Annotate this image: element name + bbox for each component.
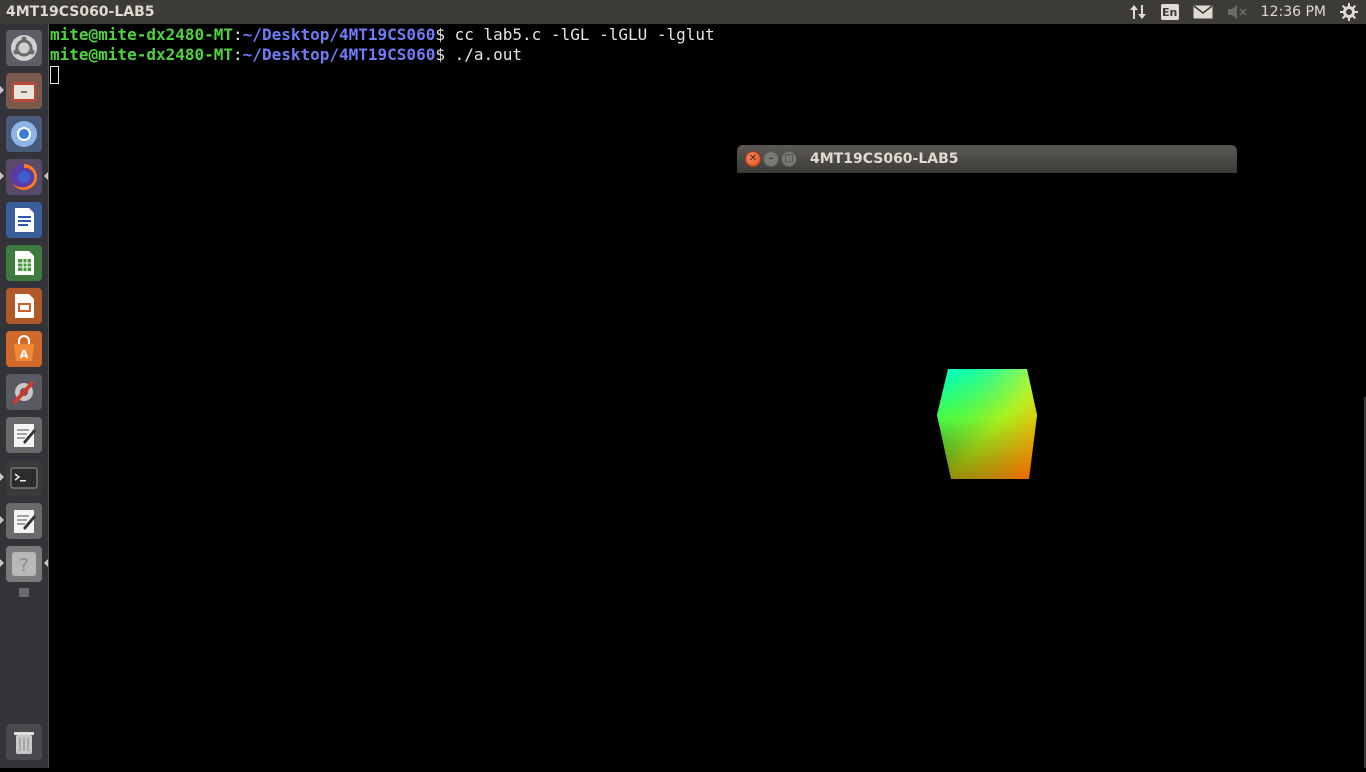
svg-text:A: A: [20, 348, 29, 361]
prompt-user: mite@mite-dx2480-MT: [50, 25, 234, 44]
clock[interactable]: 12:36 PM: [1261, 0, 1326, 24]
settings-tools-icon[interactable]: [6, 374, 42, 410]
prompt-path: ~/Desktop/4MT19CS060: [242, 45, 436, 64]
focus-indicator: [44, 559, 48, 567]
keyboard-language-icon[interactable]: En: [1160, 0, 1179, 24]
prompt-separator: :: [233, 45, 243, 64]
rgb-color-cube: [937, 369, 1037, 479]
minimize-button[interactable]: –: [763, 151, 779, 167]
workspace-switcher-icon[interactable]: [19, 588, 29, 597]
running-indicator: [0, 516, 4, 524]
prompt-user: mite@mite-dx2480-MT: [50, 45, 234, 64]
cube-face: [937, 369, 1037, 479]
network-icon[interactable]: [1129, 0, 1147, 24]
text-editor-icon[interactable]: [6, 503, 42, 539]
svg-text:?: ?: [19, 555, 29, 576]
firefox-icon[interactable]: [6, 159, 42, 195]
prompt-symbol: $: [435, 45, 455, 64]
calc-icon[interactable]: [6, 245, 42, 281]
running-indicator: [0, 473, 4, 481]
running-indicator: [0, 86, 4, 94]
window-titlebar[interactable]: ✕ – □ 4MT19CS060-LAB5: [737, 145, 1237, 173]
text-editor-icon[interactable]: [6, 417, 42, 453]
impress-icon[interactable]: [6, 288, 42, 324]
language-indicator: En: [1160, 4, 1179, 20]
mail-icon[interactable]: [1193, 0, 1213, 24]
software-center-icon[interactable]: A: [6, 331, 42, 367]
trash-icon[interactable]: [6, 724, 42, 760]
indicator-area: En 12:36 PM: [1129, 0, 1366, 24]
writer-icon[interactable]: [6, 202, 42, 238]
terminal-line: mite@mite-dx2480-MT:~/Desktop/4MT19CS060…: [50, 45, 522, 65]
command-text: ./a.out: [454, 45, 523, 64]
terminal-line: mite@mite-dx2480-MT:~/Desktop/4MT19CS060…: [50, 25, 715, 45]
ubuntu-logo-icon[interactable]: [6, 30, 42, 66]
prompt-path: ~/Desktop/4MT19CS060: [242, 25, 436, 44]
command-text: cc lab5.c -lGL -lGLU -lglut: [454, 25, 715, 44]
file-manager-icon[interactable]: [6, 73, 42, 109]
focus-indicator: [44, 172, 48, 180]
prompt-separator: :: [233, 25, 243, 44]
opengl-window[interactable]: ✕ – □ 4MT19CS060-LAB5: [737, 145, 1237, 768]
chromium-icon[interactable]: [6, 116, 42, 152]
volume-muted-icon[interactable]: [1227, 0, 1247, 24]
top-panel: 4MT19CS060-LAB5 En 12:36 PM: [0, 0, 1366, 24]
terminal-cursor: [50, 66, 59, 84]
running-indicator: [0, 559, 4, 567]
launcher: A ?: [0, 24, 49, 768]
prompt-symbol: $: [435, 25, 455, 44]
window-title: 4MT19CS060-LAB5: [810, 151, 959, 167]
gl-canvas[interactable]: [737, 173, 1237, 768]
terminal-icon[interactable]: [6, 460, 42, 496]
system-gear-icon[interactable]: [1340, 0, 1358, 24]
maximize-button[interactable]: □: [781, 151, 797, 167]
help-icon[interactable]: ?: [6, 546, 42, 582]
running-indicator: [0, 172, 4, 180]
active-window-title: 4MT19CS060-LAB5: [6, 4, 155, 20]
close-button[interactable]: ✕: [745, 151, 761, 167]
